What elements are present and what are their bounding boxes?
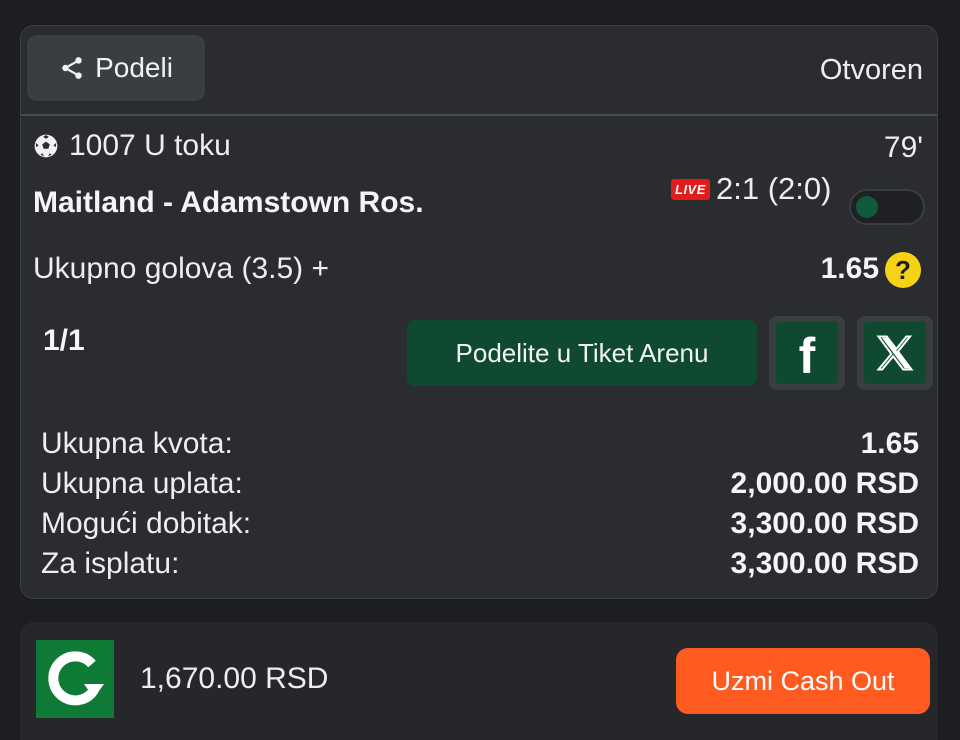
ticket-card: Podeli Otvoren 1007 U toku 79' Maitland … [20,25,938,599]
cashout-bar: 1,670.00 RSD Uzmi Cash Out [20,622,938,740]
help-icon[interactable]: ? [885,252,921,288]
summary-value: 3,300.00 RSD [730,507,919,540]
summary-row-total-odd: Ukupna kvota: 1.65 [41,424,919,464]
x-share-button[interactable] [857,316,933,390]
share-ticket-arena-button[interactable]: Podelite u Tiket Arenu [407,320,757,386]
selection-odd: 1.65 [820,252,879,285]
summary-label: Za isplatu: [41,547,180,580]
cashout-amount: 1,670.00 RSD [140,662,329,695]
match-score: 2:1 (2:0) [716,171,832,206]
soccer-ball-icon [34,134,58,158]
summary-label: Ukupna uplata: [41,467,243,500]
cashout-logo-icon [36,640,114,718]
summary-label: Mogući dobitak: [41,507,252,540]
match-minute: 79' [883,131,923,164]
summary-value: 2,000.00 RSD [730,467,919,500]
live-tracker-toggle[interactable] [849,189,925,225]
live-badge: LIVE [671,179,710,200]
summary-label: Ukupna kvota: [41,427,233,460]
match-count: 1/1 [43,324,85,357]
toggle-knob [856,196,878,218]
event-code-status: 1007 U toku [69,129,231,162]
facebook-share-button[interactable]: f [769,316,845,390]
facebook-icon: f [776,322,838,384]
cashout-button[interactable]: Uzmi Cash Out [676,648,930,714]
share-label: Podeli [95,52,173,83]
summary-row-stake: Ukupna uplata: 2,000.00 RSD [41,464,919,504]
summary-row-possible-win: Mogući dobitak: 3,300.00 RSD [41,504,919,544]
selection-market: Ukupno golova (3.5) + [33,252,330,285]
share-button[interactable]: Podeli [27,35,205,101]
match-teams[interactable]: Maitland - Adamstown Ros. [33,186,424,220]
summary-value: 3,300.00 RSD [730,547,919,580]
summary-row-payout: Za isplatu: 3,300.00 RSD [41,544,919,584]
summary-value: 1.65 [860,427,919,460]
event-status-row: 1007 U toku [33,129,231,163]
x-icon [864,322,926,384]
ticket-status: Otvoren [819,54,923,86]
share-icon [62,57,82,79]
ticket-summary: Ukupna kvota: 1.65 Ukupna uplata: 2,000.… [41,424,919,584]
divider [21,114,937,116]
facebook-glyph: f [798,328,816,384]
